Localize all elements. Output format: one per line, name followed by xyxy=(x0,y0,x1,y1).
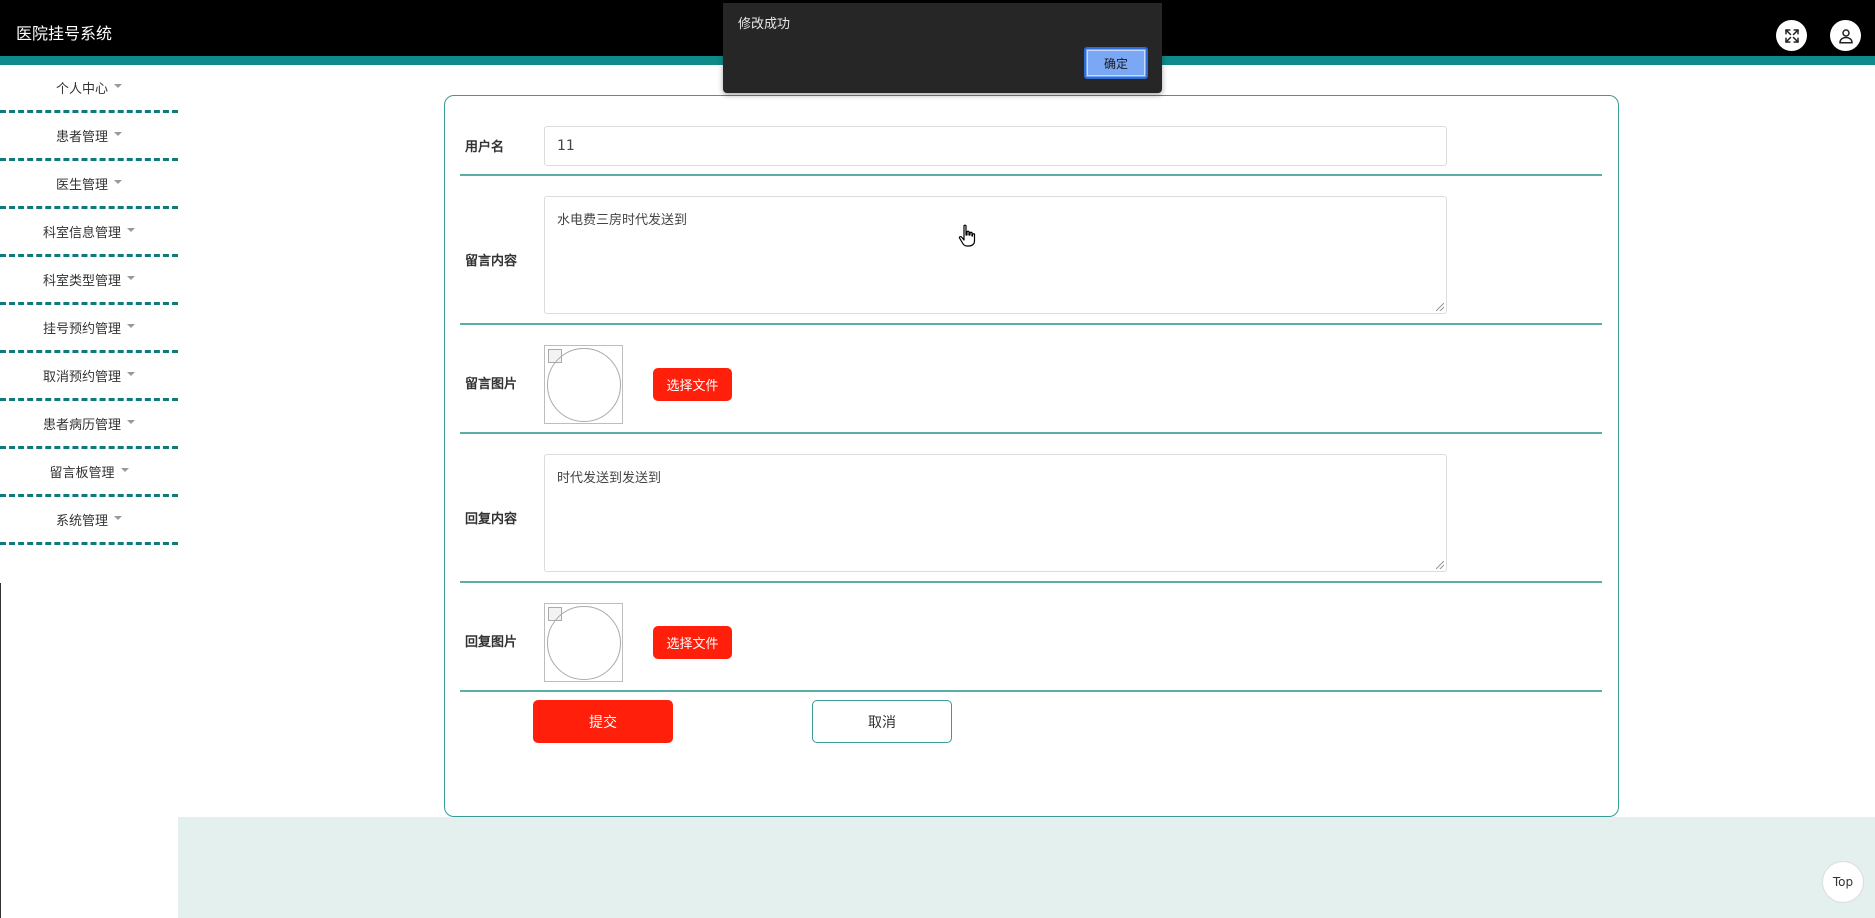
fullscreen-button[interactable] xyxy=(1776,20,1807,51)
sidebar: 个人中心 患者管理 医生管理 科室信息管理 科室类型管理 挂号预约管理 取消预约… xyxy=(0,65,178,583)
message-content-textarea[interactable]: 水电费三房时代发送到 xyxy=(544,196,1447,314)
caret-down-icon xyxy=(127,371,135,376)
cancel-button[interactable]: 取消 xyxy=(812,700,952,743)
username-label: 用户名 xyxy=(465,140,505,155)
sidebar-item-message-board[interactable]: 留言板管理 xyxy=(0,449,178,497)
sidebar-item-label: 留言板管理 xyxy=(49,466,115,481)
message-image-choose-file-button[interactable]: 选择文件 xyxy=(653,368,732,401)
sidebar-item-label: 系统管理 xyxy=(55,514,108,529)
user-button[interactable] xyxy=(1830,20,1861,51)
sidebar-item-cancel-appointment[interactable]: 取消预约管理 xyxy=(0,353,178,401)
sidebar-item-label: 个人中心 xyxy=(55,82,108,97)
sidebar-item-medical-records[interactable]: 患者病历管理 xyxy=(0,401,178,449)
hand-pointer-icon xyxy=(958,224,976,247)
sidebar-item-appointment[interactable]: 挂号预约管理 xyxy=(0,305,178,353)
caret-down-icon xyxy=(127,275,135,280)
sidebar-item-doctor-management[interactable]: 医生管理 xyxy=(0,161,178,209)
resize-grip-icon[interactable] xyxy=(1436,561,1444,569)
caret-down-icon xyxy=(114,131,122,136)
message-content-label: 留言内容 xyxy=(465,254,518,269)
alert-message: 修改成功 xyxy=(738,17,791,32)
image-placeholder-circle xyxy=(547,606,621,680)
message-content-row: 留言内容 水电费三房时代发送到 xyxy=(460,176,1602,325)
back-to-top-button[interactable]: Top xyxy=(1822,861,1864,903)
expand-arrows-icon xyxy=(1784,28,1799,43)
app-title: 医院挂号系统 xyxy=(16,24,113,43)
sidebar-item-department-info[interactable]: 科室信息管理 xyxy=(0,209,178,257)
sidebar-item-patient-management[interactable]: 患者管理 xyxy=(0,113,178,161)
sidebar-item-label: 患者病历管理 xyxy=(42,418,121,433)
alert-ok-button[interactable]: 确定 xyxy=(1084,47,1148,79)
sidebar-item-label: 科室信息管理 xyxy=(42,226,121,241)
reply-image-choose-file-button[interactable]: 选择文件 xyxy=(653,626,732,659)
success-alert-dialog: 修改成功 确定 xyxy=(723,3,1162,93)
caret-down-icon xyxy=(127,323,135,328)
sidebar-item-label: 患者管理 xyxy=(55,130,108,145)
message-image-row: 留言图片 选择文件 xyxy=(460,325,1602,434)
username-input[interactable]: 11 xyxy=(544,126,1447,166)
resize-grip-icon[interactable] xyxy=(1436,303,1444,311)
sidebar-item-label: 医生管理 xyxy=(55,178,108,193)
submit-button[interactable]: 提交 xyxy=(533,700,673,743)
message-content-text: 水电费三房时代发送到 xyxy=(557,213,688,228)
message-image-label: 留言图片 xyxy=(465,377,518,392)
caret-down-icon xyxy=(127,419,135,424)
message-image-preview xyxy=(544,345,623,424)
reply-content-text: 时代发送到发送到 xyxy=(557,471,662,486)
username-row: 用户名 11 xyxy=(460,96,1602,176)
sidebar-item-department-type[interactable]: 科室类型管理 xyxy=(0,257,178,305)
caret-down-icon xyxy=(114,179,122,184)
footer-area xyxy=(178,817,1875,918)
image-placeholder-circle xyxy=(547,348,621,422)
reply-content-label: 回复内容 xyxy=(465,512,518,527)
user-icon xyxy=(1838,28,1853,43)
reply-content-textarea[interactable]: 时代发送到发送到 xyxy=(544,454,1447,572)
sidebar-item-label: 挂号预约管理 xyxy=(42,322,121,337)
sidebar-item-personal-center[interactable]: 个人中心 xyxy=(0,65,178,113)
caret-down-icon xyxy=(114,515,122,520)
caret-down-icon xyxy=(114,83,122,88)
reply-content-row: 回复内容 时代发送到发送到 xyxy=(460,434,1602,583)
reply-image-row: 回复图片 选择文件 xyxy=(460,583,1602,692)
reply-image-preview xyxy=(544,603,623,682)
sidebar-item-label: 科室类型管理 xyxy=(42,274,121,289)
reply-image-label: 回复图片 xyxy=(465,635,518,650)
sidebar-item-system-management[interactable]: 系统管理 xyxy=(0,497,178,545)
caret-down-icon xyxy=(120,467,129,472)
sidebar-item-label: 取消预约管理 xyxy=(42,370,121,385)
caret-down-icon xyxy=(127,227,135,232)
